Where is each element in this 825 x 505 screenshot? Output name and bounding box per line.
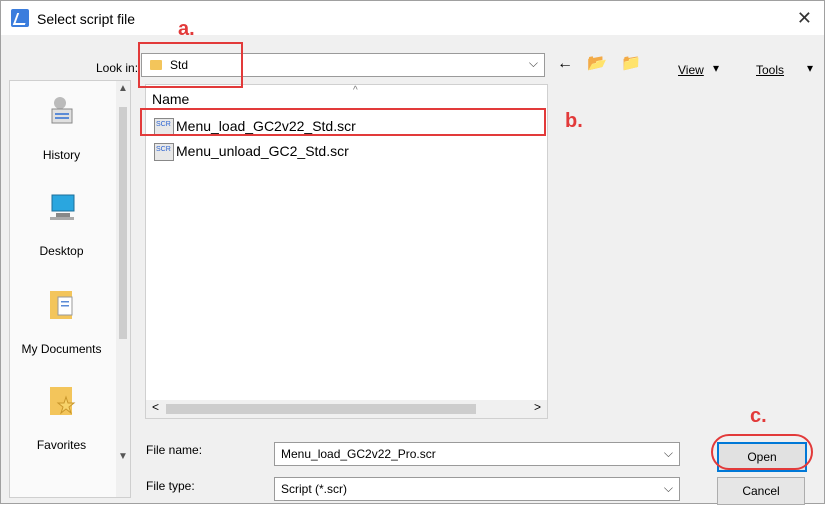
- history-icon: [51, 97, 72, 124]
- annotation-label-b: b.: [565, 110, 583, 132]
- annotation-ellipse-c: [711, 434, 813, 470]
- window-title: Select script file: [37, 11, 136, 27]
- place-history[interactable]: History: [10, 95, 113, 162]
- up-folder-icon[interactable]: 📂: [587, 53, 607, 73]
- place-desktop[interactable]: Desktop: [10, 191, 113, 258]
- desktop-icon: [49, 194, 74, 220]
- tools-menu-caret[interactable]: ▾: [807, 61, 813, 75]
- scroll-thumb[interactable]: [119, 107, 127, 339]
- place-label: History: [42, 148, 81, 162]
- title-bar: Select script file ✕: [1, 1, 824, 35]
- chevron-down-icon[interactable]: ⌵: [664, 481, 673, 496]
- filename-input[interactable]: Menu_load_GC2v22_Pro.scr ⌵: [274, 442, 680, 466]
- filename-label: File name:: [146, 443, 203, 457]
- places-bar: History Desktop My Documents Favorites ▲…: [9, 80, 131, 498]
- back-arrow-icon[interactable]: ←: [557, 55, 573, 73]
- documents-folder-icon: [49, 291, 72, 319]
- lookin-label: Look in:: [96, 61, 139, 75]
- view-menu[interactable]: View: [678, 63, 704, 77]
- place-label: My Documents: [21, 342, 102, 356]
- scroll-left-icon[interactable]: <: [152, 400, 159, 414]
- filename-value: Menu_load_GC2v22_Pro.scr: [281, 447, 436, 461]
- tools-menu[interactable]: Tools: [756, 63, 784, 77]
- sort-caret-icon: ^: [353, 85, 358, 96]
- scroll-thumb[interactable]: [166, 404, 476, 414]
- name-column-header[interactable]: Name: [152, 91, 189, 107]
- cancel-button[interactable]: Cancel: [717, 477, 805, 505]
- places-scrollbar[interactable]: ▲ ▼: [116, 81, 130, 497]
- filetype-label: File type:: [146, 479, 195, 493]
- file-name: Menu_unload_GC2_Std.scr: [176, 143, 349, 159]
- favorites-icon: [49, 387, 75, 415]
- file-item[interactable]: Menu_unload_GC2_Std.scr: [154, 141, 494, 163]
- annotation-label-a: a.: [178, 18, 195, 40]
- scroll-up-icon[interactable]: ▲: [118, 83, 128, 94]
- close-icon[interactable]: ✕: [797, 8, 812, 29]
- filetype-select[interactable]: Script (*.scr) ⌵: [274, 477, 680, 501]
- select-script-dialog: Select script file ✕ Look in: Std ⌵ ← 📂 …: [0, 0, 825, 505]
- scroll-down-icon[interactable]: ▼: [118, 451, 128, 462]
- view-menu-caret[interactable]: ▾: [713, 61, 719, 75]
- script-file-icon: [154, 143, 174, 161]
- filetype-value: Script (*.scr): [281, 482, 347, 496]
- chevron-down-icon[interactable]: ⌵: [664, 446, 673, 461]
- annotation-box-b: [140, 108, 546, 136]
- annotation-label-c: c.: [750, 405, 767, 427]
- file-list-hscrollbar[interactable]: < >: [146, 400, 547, 418]
- annotation-box-a: [138, 42, 243, 88]
- scroll-right-icon[interactable]: >: [534, 400, 541, 414]
- place-label: Desktop: [39, 244, 84, 258]
- new-folder-icon[interactable]: 📁: [621, 53, 641, 73]
- chevron-down-icon: ⌵: [528, 56, 538, 70]
- place-my-documents[interactable]: My Documents: [10, 289, 113, 356]
- place-favorites[interactable]: Favorites: [10, 385, 113, 452]
- app-icon: [11, 9, 29, 27]
- place-label: Favorites: [36, 438, 87, 452]
